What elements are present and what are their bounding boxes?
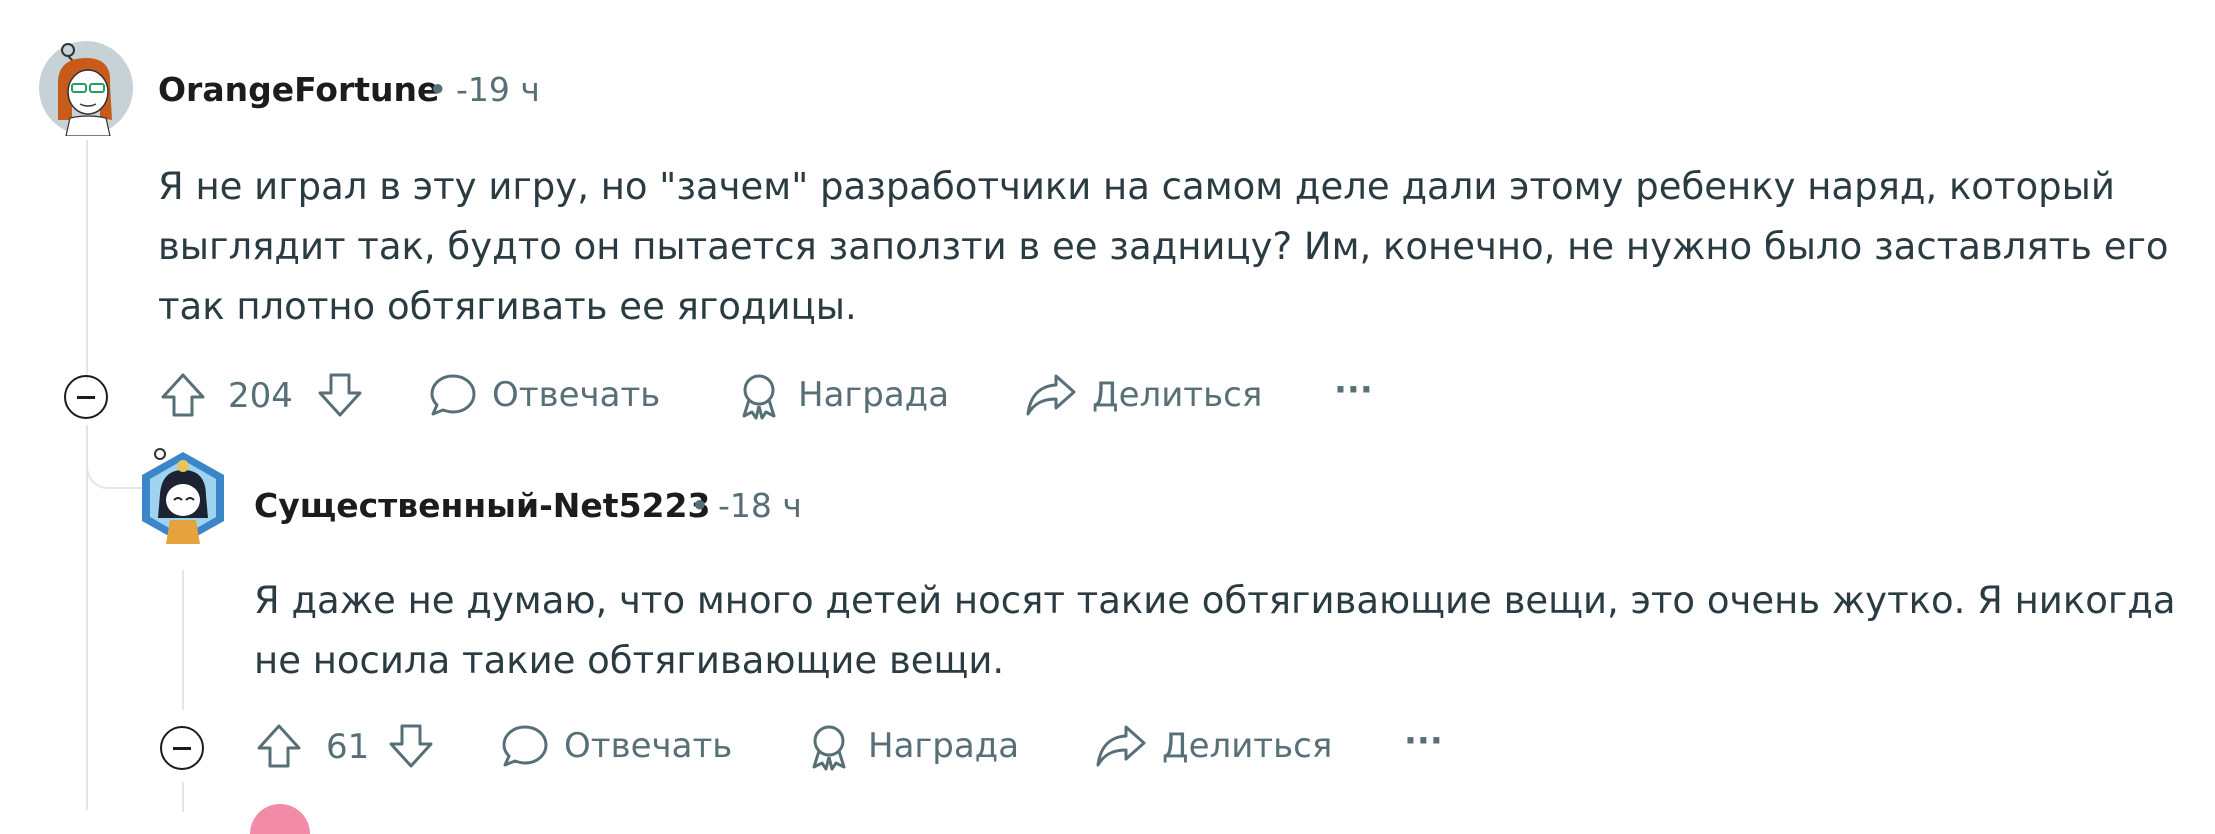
share-icon — [1024, 370, 1078, 420]
comment-author[interactable]: Существенный-Net5223 — [254, 486, 710, 525]
avatar[interactable] — [38, 40, 134, 137]
reply-bubble-icon — [428, 370, 478, 420]
reply-label: Отвечать — [564, 726, 733, 766]
thread-line-reply — [182, 570, 184, 710]
comment-time[interactable]: -18 ч — [718, 486, 802, 525]
upvote-icon — [254, 721, 304, 771]
comment-body: Я не играл в эту игру, но "зачем" разраб… — [158, 165, 2169, 328]
comment-time[interactable]: -19 ч — [456, 70, 540, 109]
reply-bubble-icon — [500, 721, 550, 771]
more-icon: ··· — [1404, 721, 1443, 761]
more-options-button[interactable]: ··· — [1334, 370, 1373, 410]
vote-score: 204 — [228, 376, 293, 416]
reply-button[interactable]: Отвечать — [500, 721, 732, 771]
award-label: Награда — [798, 375, 950, 415]
reply-button[interactable]: Отвечать — [428, 370, 660, 420]
thread-line-main — [86, 140, 88, 380]
upvote-button[interactable] — [254, 721, 304, 771]
share-button[interactable]: Делиться — [1094, 721, 1332, 771]
upvote-icon — [158, 370, 208, 420]
thread-line-main-lower — [86, 425, 88, 810]
share-label: Делиться — [1162, 726, 1333, 766]
share-button[interactable]: Делиться — [1024, 370, 1262, 420]
award-label: Награда — [868, 726, 1020, 766]
downvote-icon — [315, 370, 365, 420]
award-icon — [734, 370, 784, 420]
more-icon: ··· — [1334, 370, 1373, 410]
meta-separator: • — [428, 70, 448, 109]
upvote-button[interactable] — [158, 370, 208, 420]
share-label: Делиться — [1092, 375, 1263, 415]
award-button[interactable]: Награда — [804, 721, 1019, 771]
downvote-icon — [386, 721, 436, 771]
vote-score: 61 — [326, 727, 370, 767]
more-options-button[interactable]: ··· — [1404, 721, 1443, 761]
reply-label: Отвечать — [492, 375, 661, 415]
next-comment-avatar[interactable] — [250, 804, 310, 834]
comment-author[interactable]: OrangeFortune — [158, 70, 439, 109]
thread-line-reply-lower — [182, 782, 184, 812]
award-icon — [804, 721, 854, 771]
share-icon — [1094, 721, 1148, 771]
collapse-icon[interactable] — [160, 726, 204, 770]
avatar[interactable] — [138, 448, 228, 548]
comment-body: Я даже не думаю, что много детей носят т… — [254, 579, 2176, 682]
downvote-button[interactable] — [386, 721, 436, 771]
collapse-icon[interactable] — [64, 375, 108, 419]
downvote-button[interactable] — [315, 370, 365, 420]
thread-branch-elbow — [86, 425, 142, 489]
meta-separator: • — [690, 486, 710, 525]
award-button[interactable]: Награда — [734, 370, 949, 420]
